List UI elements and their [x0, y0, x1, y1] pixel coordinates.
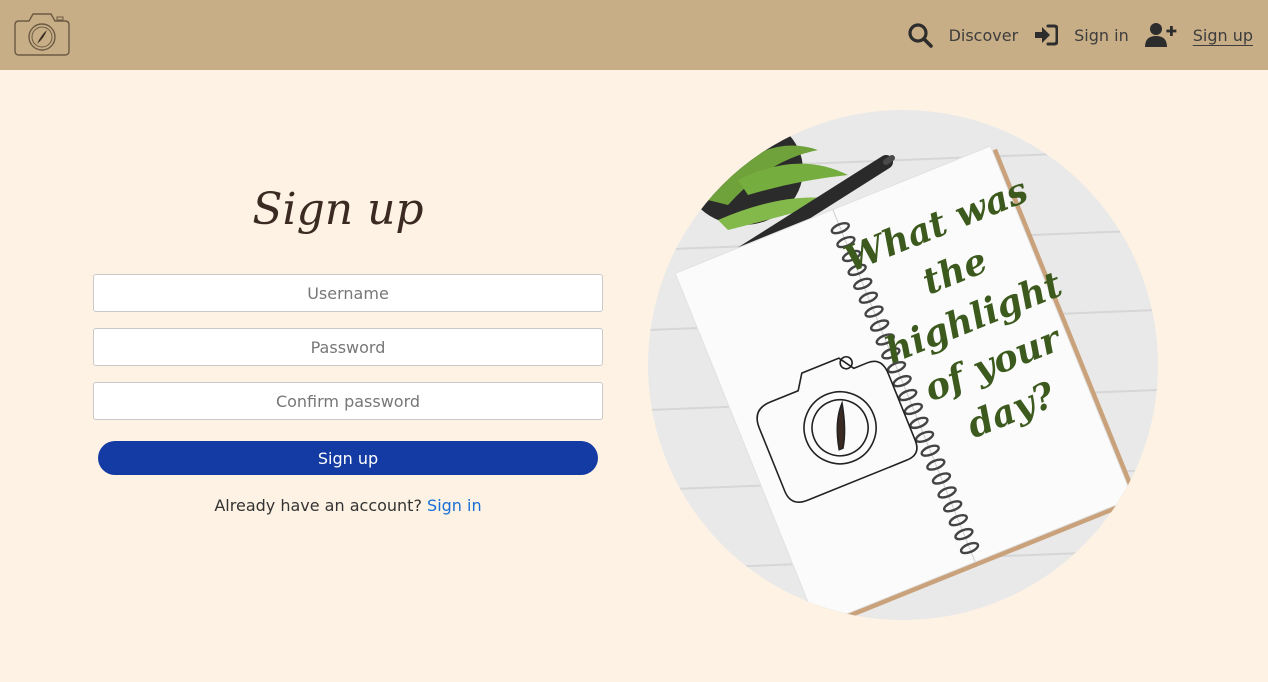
password-input[interactable]	[93, 328, 603, 366]
nav-sign-in[interactable]: Sign in	[1034, 24, 1129, 46]
nav-sign-in-label: Sign in	[1074, 25, 1129, 45]
nav-sign-up-label: Sign up	[1192, 25, 1253, 45]
username-input[interactable]	[93, 274, 603, 312]
camera-logo-icon[interactable]	[11, 11, 73, 59]
search-icon	[907, 22, 933, 48]
sign-in-link[interactable]: Sign in	[427, 496, 482, 515]
navbar: Discover Sign in Sign up	[0, 0, 1268, 70]
nav-sign-up[interactable]: Sign up	[1144, 22, 1253, 48]
confirm-password-input[interactable]	[93, 382, 603, 420]
user-plus-icon	[1144, 22, 1177, 48]
page-title: Sign up	[93, 176, 603, 266]
nav-discover-label: Discover	[948, 25, 1019, 45]
sign-up-button[interactable]: Sign up	[98, 441, 598, 475]
page-title-text: Sign up	[252, 184, 423, 235]
nav-discover[interactable]: Discover	[907, 22, 1019, 48]
already-have-account-text: Already have an account?	[214, 496, 422, 515]
sign-in-icon	[1034, 24, 1059, 46]
hero-image: What was the highlight of your day?	[648, 110, 1158, 620]
already-have-account: Already have an account? Sign in	[93, 496, 603, 515]
